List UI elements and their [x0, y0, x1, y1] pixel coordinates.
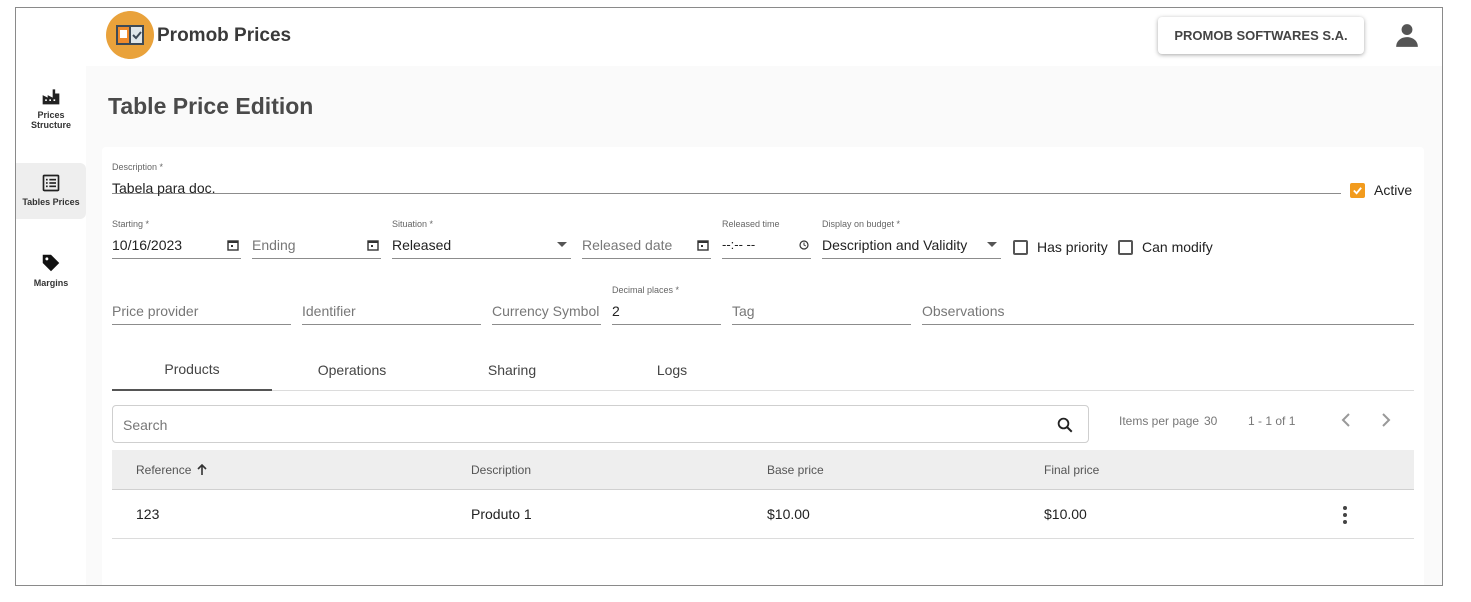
description-field[interactable]: Description * Tabela para doc. — [112, 156, 1341, 196]
starting-value: 10/16/2023 — [112, 237, 183, 253]
decimal-places-label: Decimal places * — [612, 285, 680, 295]
column-header-final-price[interactable]: Final price — [1044, 463, 1099, 477]
sidebar-item-prices-structure[interactable]: Prices Structure — [16, 86, 86, 138]
released-time-label: Released time — [722, 219, 780, 229]
released-date-field[interactable]: Released date — [582, 217, 711, 259]
app-title: Promob Prices — [157, 25, 292, 46]
observations-field[interactable]: Observations — [922, 285, 1414, 325]
calendar-icon[interactable] — [227, 239, 239, 251]
search-icon[interactable] — [1056, 416, 1074, 434]
list-icon — [42, 174, 60, 192]
tag-icon — [42, 254, 60, 272]
description-label: Description * — [112, 162, 164, 172]
cell-base-price: $10.00 — [767, 506, 810, 522]
page-title: Table Price Edition — [108, 93, 314, 119]
observations-placeholder: Observations — [922, 303, 1005, 319]
display-on-budget-label: Display on budget * — [822, 219, 901, 229]
items-per-page-select[interactable]: 30 — [1204, 414, 1217, 428]
app-window: Prices Structure Tables Prices Margins P… — [15, 7, 1443, 586]
sidebar-item-label: Prices Structure — [30, 110, 71, 130]
can-modify-checkbox[interactable]: Can modify — [1118, 239, 1213, 255]
currency-symbol-placeholder: Currency Symbol — [492, 303, 600, 319]
released-time-value: --:-- -- — [722, 237, 756, 252]
table-header: Reference Description Base price Final p… — [112, 450, 1414, 490]
app-header: Promob Prices PROMOB SOFTWARES S.A. — [86, 8, 1442, 66]
cell-description: Produto 1 — [471, 506, 532, 522]
tab-logs[interactable]: Logs — [592, 348, 752, 391]
tab-sharing[interactable]: Sharing — [432, 348, 592, 391]
display-on-budget-select[interactable]: Display on budget * Description and Vali… — [822, 217, 1001, 259]
calendar-icon[interactable] — [367, 239, 379, 251]
pagination-range: 1 - 1 of 1 — [1248, 414, 1296, 428]
tab-products[interactable]: Products — [112, 348, 272, 391]
column-header-reference[interactable]: Reference — [136, 463, 207, 477]
app-logo — [106, 11, 154, 59]
price-provider-field[interactable]: Price provider — [112, 285, 291, 325]
tag-field[interactable]: Tag — [732, 285, 911, 325]
table-row[interactable]: 123 Produto 1 $10.00 $10.00 — [112, 490, 1414, 539]
released-date-placeholder: Released date — [582, 237, 673, 253]
column-header-description[interactable]: Description — [471, 463, 531, 477]
tab-operations[interactable]: Operations — [272, 348, 432, 391]
active-label: Active — [1374, 182, 1413, 198]
arrow-up-icon — [197, 464, 207, 475]
starting-label: Starting * — [112, 219, 150, 229]
chevron-down-icon — [557, 242, 567, 247]
description-value: Tabela para doc. — [112, 180, 216, 196]
decimal-places-value: 2 — [612, 303, 620, 319]
can-modify-label: Can modify — [1142, 239, 1213, 255]
active-checkbox[interactable]: Active — [1350, 182, 1412, 198]
column-header-base-price[interactable]: Base price — [767, 463, 824, 477]
decimal-places-field[interactable]: Decimal places * 2 — [612, 285, 721, 325]
items-per-page-label: Items per page — [1119, 414, 1200, 428]
factory-icon — [42, 89, 60, 105]
clock-icon[interactable] — [799, 240, 809, 250]
check-icon — [1350, 182, 1365, 198]
chevron-left-icon[interactable] — [1340, 412, 1352, 428]
user-icon[interactable] — [1394, 22, 1420, 48]
ending-date-field[interactable]: Ending — [252, 217, 381, 259]
ending-placeholder: Ending — [252, 237, 296, 253]
situation-value: Released — [392, 237, 452, 253]
tab-bar: Products Operations Sharing Logs — [112, 348, 1414, 391]
display-on-budget-value: Description and Validity — [822, 237, 968, 253]
company-button[interactable]: PROMOB SOFTWARES S.A. — [1158, 17, 1364, 54]
logo-icon — [116, 25, 144, 45]
has-priority-checkbox[interactable]: Has priority — [1013, 239, 1108, 255]
starting-date-field[interactable]: Starting * 10/16/2023 — [112, 217, 241, 259]
situation-label: Situation * — [392, 219, 434, 229]
identifier-placeholder: Identifier — [302, 303, 356, 319]
chevron-right-icon[interactable] — [1380, 412, 1392, 428]
tag-placeholder: Tag — [732, 303, 755, 319]
released-time-field[interactable]: Released time --:-- -- — [722, 217, 811, 259]
sidebar-item-margins[interactable]: Margins — [16, 252, 86, 292]
cell-final-price: $10.00 — [1044, 506, 1087, 522]
sidebar-item-tables-prices[interactable]: Tables Prices — [16, 163, 86, 219]
identifier-field[interactable]: Identifier — [302, 285, 481, 325]
search-input[interactable]: Search — [112, 405, 1089, 443]
calendar-icon[interactable] — [697, 239, 709, 251]
chevron-down-icon — [987, 242, 997, 247]
has-priority-label: Has priority — [1037, 239, 1108, 255]
search-placeholder: Search — [123, 417, 168, 433]
more-vert-icon[interactable] — [1342, 505, 1348, 525]
cell-reference: 123 — [136, 506, 160, 522]
sidebar-item-label: Tables Prices — [22, 197, 80, 207]
situation-select[interactable]: Situation * Released — [392, 217, 571, 259]
price-provider-placeholder: Price provider — [112, 303, 199, 319]
table-price-form: Description * Tabela para doc. Active St… — [102, 147, 1424, 585]
currency-symbol-field[interactable]: Currency Symbol — [492, 285, 601, 325]
sidebar-item-label: Margins — [33, 278, 69, 288]
sidebar: Prices Structure Tables Prices Margins — [16, 8, 86, 585]
